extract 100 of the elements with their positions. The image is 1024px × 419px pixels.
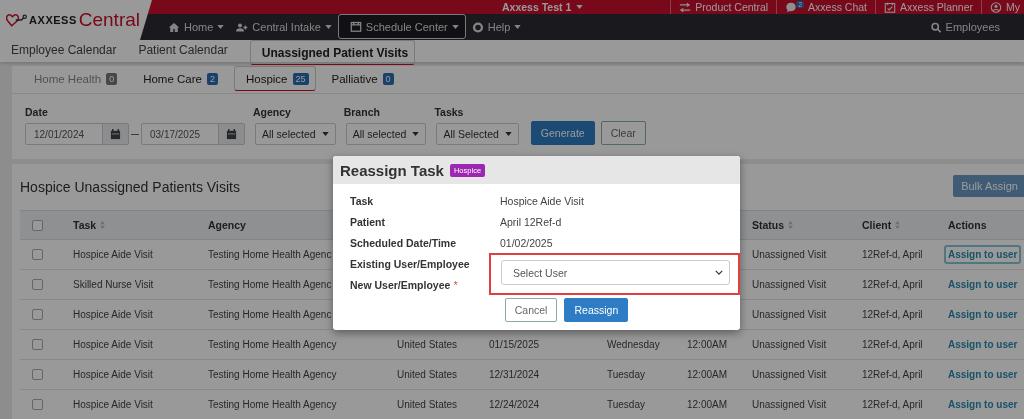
- tab[interactable]: Hospice 25: [233, 66, 316, 91]
- multiselect-dropdown[interactable]: All selected: [345, 123, 427, 145]
- field-label: Agency: [253, 106, 292, 118]
- checkbox[interactable]: [32, 309, 43, 320]
- header-cell[interactable]: Client: [862, 219, 948, 231]
- cancel-button[interactable]: Cancel: [504, 298, 558, 322]
- table-cell: United States: [397, 369, 458, 380]
- tab[interactable]: Home Care 2: [133, 66, 228, 93]
- table-cell: Testing Home Health Agency: [208, 369, 337, 380]
- assign-link[interactable]: Assign to user: [944, 365, 1022, 384]
- menu-label: Schedule Center: [365, 20, 448, 33]
- chevron-down-icon: [715, 270, 723, 275]
- table-cell: Testing Home Health Agency: [208, 399, 337, 410]
- checkbox[interactable]: [32, 369, 43, 380]
- table-cell: 12Ref-d, April: [862, 369, 923, 380]
- table-cell: 12Ref-d, April: [862, 279, 923, 290]
- link-label: Employees: [945, 21, 1000, 33]
- caret-icon: [324, 25, 332, 29]
- column-header: Status: [752, 219, 785, 231]
- multiselect-dropdown[interactable]: All Selected: [436, 123, 519, 145]
- subnav-tab[interactable]: Employee Calendar: [11, 40, 117, 62]
- caret-icon: [514, 25, 522, 29]
- table-cell: Unassigned Visit: [752, 399, 827, 410]
- table-cell: 12/31/2024: [489, 369, 540, 380]
- swap-arrows-icon: [679, 1, 692, 13]
- date-field[interactable]: 03/17/2025: [141, 123, 245, 145]
- tab-label: Home Care: [143, 72, 202, 85]
- user-select[interactable]: Select User: [501, 260, 730, 285]
- table-cell: 01/15/2025: [489, 339, 540, 350]
- assign-link[interactable]: Assign to user: [944, 395, 1022, 414]
- field-label: Existing User/Employee: [350, 257, 470, 270]
- multiselect-dropdown[interactable]: All selected: [255, 123, 336, 145]
- field-label: New User/Employee: [350, 278, 451, 291]
- table-cell: Hospice Aide Visit: [73, 339, 153, 350]
- header-cell[interactable]: Task: [73, 219, 208, 231]
- sort-icon: [895, 221, 901, 229]
- field-label: Task: [350, 194, 374, 207]
- required-mark: *: [453, 278, 458, 291]
- table-cell: United States: [397, 399, 458, 410]
- table-cell: United States: [397, 339, 458, 350]
- subnav-tab[interactable]: Unassigned Patient Visits: [249, 40, 416, 65]
- table-cell: 12:00AM: [687, 369, 728, 380]
- calendar-icon: [110, 128, 121, 140]
- subnav-tab[interactable]: Patient Calendar: [138, 40, 228, 62]
- table-cell: Testing Home Health Agenc: [208, 249, 332, 260]
- checkbox[interactable]: [32, 219, 43, 231]
- home-icon: [168, 21, 180, 33]
- calendar-icon: [349, 21, 362, 32]
- table-cell: Hospice Aide Visit: [73, 309, 153, 320]
- table-cell: 12:00AM: [687, 339, 728, 350]
- generate-button[interactable]: Generate: [530, 121, 595, 145]
- section-title: Hospice Unassigned Patients Visits: [20, 179, 240, 195]
- checkbox[interactable]: [32, 279, 43, 290]
- caret-icon: [321, 132, 329, 136]
- employee-search-link[interactable]: Employees: [929, 14, 1024, 40]
- field-value: Hospice Aide Visit: [500, 194, 585, 207]
- account-dropdown[interactable]: Axxess Test 1: [502, 1, 584, 13]
- link-label: Axxess Chat: [808, 1, 868, 13]
- checkbox[interactable]: [32, 339, 43, 350]
- lifebuoy-icon: [471, 21, 484, 33]
- field-label: Patient: [350, 215, 385, 228]
- link-label: Product Central: [695, 1, 769, 13]
- assign-link[interactable]: Assign to user: [944, 305, 1022, 324]
- search-icon: [929, 21, 942, 33]
- tab-label: Home Health: [34, 72, 102, 85]
- date-field[interactable]: 12/01/2024: [25, 123, 129, 145]
- tab[interactable]: Palliative 0: [321, 66, 404, 93]
- nav-menu-item[interactable]: Schedule Center: [337, 14, 466, 39]
- dialog-title: Reassign Task: [340, 161, 444, 179]
- table-cell: 12:00AM: [687, 399, 728, 410]
- column-header: Client: [862, 219, 892, 231]
- assign-link[interactable]: Assign to user: [944, 335, 1022, 354]
- clear-button[interactable]: Clear: [600, 121, 646, 145]
- nav-menu-item[interactable]: Home: [162, 14, 231, 40]
- assign-link[interactable]: Assign to user: [944, 275, 1022, 294]
- assign-link[interactable]: Assign to user: [944, 245, 1022, 264]
- sort-icon: [788, 221, 794, 229]
- table-cell: Tuesday: [607, 369, 645, 380]
- column-header: Actions: [948, 219, 987, 231]
- field-value: April 12Ref-d: [500, 215, 563, 228]
- caret-icon: [504, 132, 512, 136]
- nav-menu-item[interactable]: Help: [465, 14, 528, 40]
- table-cell: Skilled Nurse Visit: [73, 279, 154, 290]
- table-cell: Unassigned Visit: [752, 309, 827, 320]
- field-value: 01/02/2025: [500, 236, 554, 249]
- table-cell: Hospice Aide Visit: [73, 369, 153, 380]
- checkbox[interactable]: [32, 249, 43, 260]
- caret-icon: [217, 25, 225, 29]
- count-badge: 25: [292, 72, 309, 85]
- caret-icon: [576, 5, 584, 9]
- checkbox[interactable]: [32, 399, 43, 410]
- reassign-button[interactable]: Reassign: [564, 298, 629, 322]
- nav-menu-item[interactable]: Central Intake: [230, 14, 338, 40]
- bulk-assign-button[interactable]: Bulk Assign: [953, 175, 1024, 197]
- count-badge: 0: [106, 72, 118, 85]
- table-cell: 12Ref-d, April: [862, 249, 923, 260]
- heart-stethoscope-icon: [6, 11, 28, 29]
- header-cell[interactable]: Status: [752, 219, 862, 231]
- field-label: Scheduled Date/Time: [350, 236, 456, 249]
- table-cell: Testing Home Health Agenc: [208, 279, 332, 290]
